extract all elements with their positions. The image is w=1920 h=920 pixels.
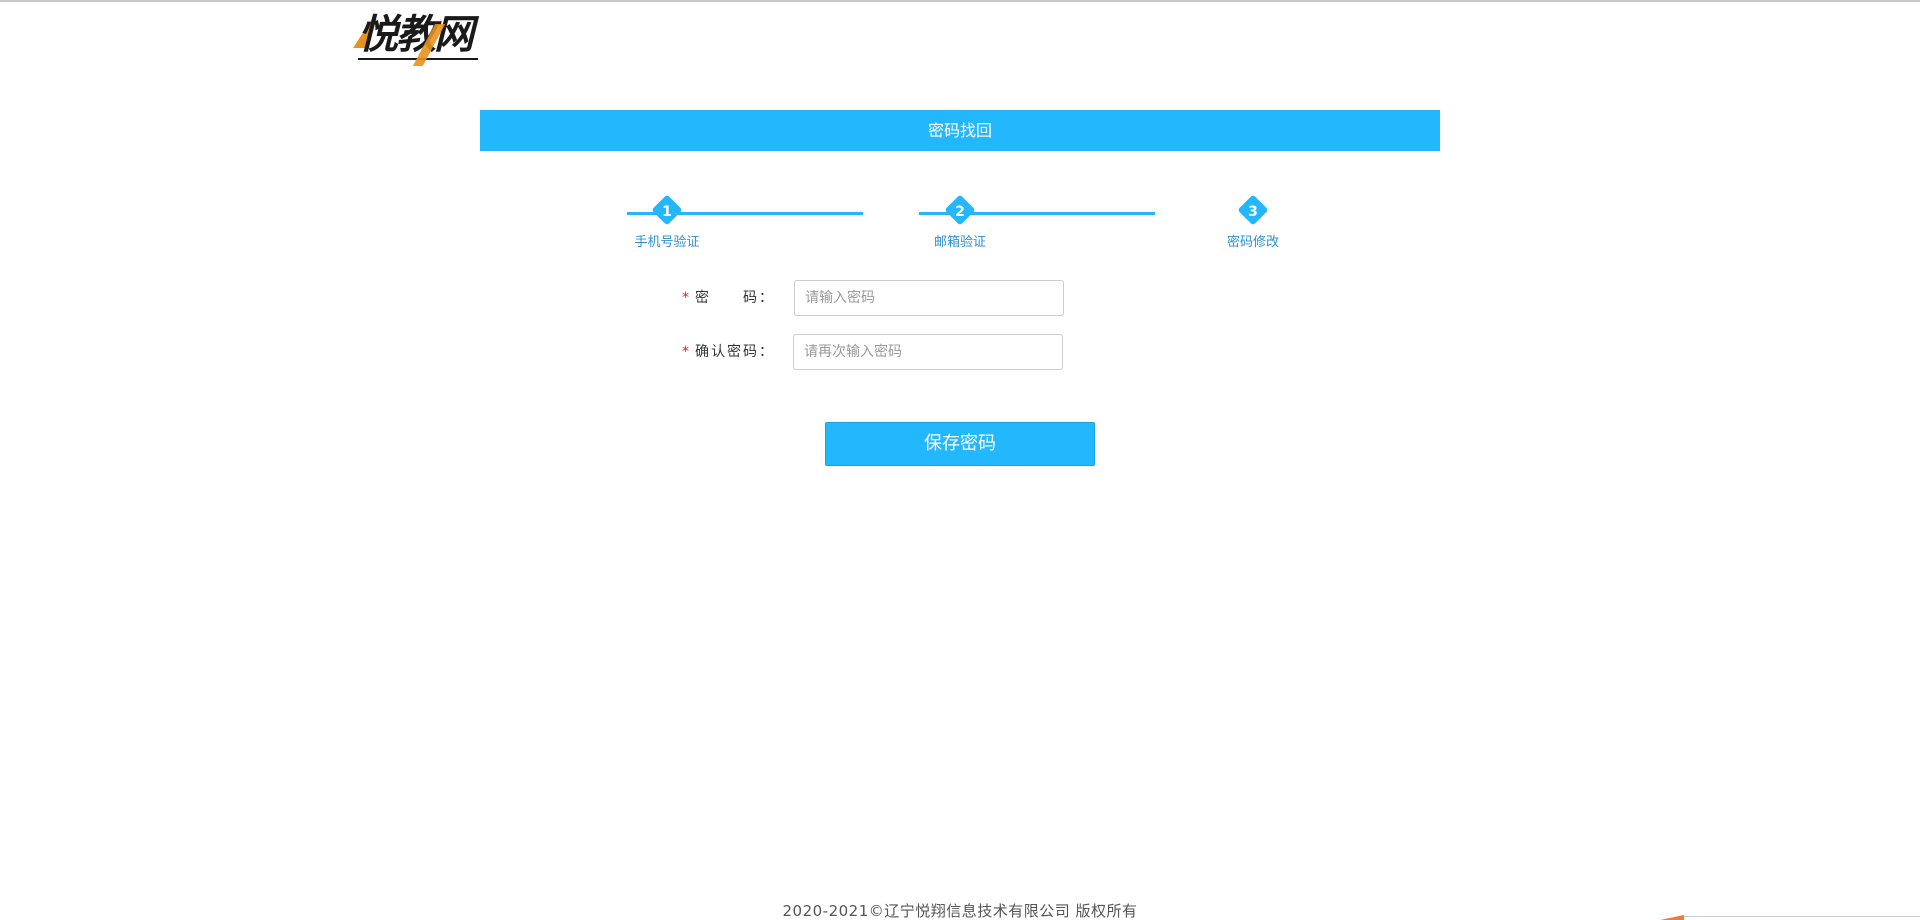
step-2-label: 邮箱验证: [933, 235, 986, 250]
step-3-label: 密码修改: [1226, 235, 1279, 250]
logo-text: 悦教网: [358, 12, 474, 58]
page: 悦教网 密码找回 1 手机号验证 2 邮箱验证 3 密码修改 * 密 码： * …: [0, 0, 1920, 920]
confirm-password-label: * 确认密码：: [682, 334, 775, 370]
step-1-number: 1: [662, 204, 672, 220]
confirm-password-input[interactable]: [793, 334, 1063, 370]
step-3-number: 3: [1248, 204, 1258, 220]
required-mark: *: [682, 290, 691, 306]
footer-copyright: 2020-2021©辽宁悦翔信息技术有限公司 版权所有: [782, 902, 1138, 920]
step-1: 1 手机号验证: [607, 194, 727, 250]
step-2: 2 邮箱验证: [900, 194, 1020, 250]
confirm-password-label-text: 确认密码：: [695, 344, 775, 360]
save-password-button[interactable]: 保存密码: [825, 422, 1095, 466]
site-logo[interactable]: 悦教网: [353, 10, 482, 66]
step-2-number: 2: [955, 204, 965, 220]
password-label: * 密 码：: [682, 280, 775, 316]
step-3: 3 密码修改: [1193, 194, 1313, 250]
password-input[interactable]: [794, 280, 1064, 316]
page-title-bar: 密码找回: [480, 110, 1440, 151]
confirm-password-row: * 确认密码：: [600, 334, 1100, 370]
step-1-label: 手机号验证: [634, 235, 700, 250]
required-mark: *: [682, 344, 691, 360]
page-title: 密码找回: [927, 121, 992, 140]
corner-decoration: [1660, 912, 1920, 920]
corner-line: [1684, 916, 1920, 917]
corner-orange-triangle: [1660, 915, 1684, 920]
password-row: * 密 码：: [600, 280, 1100, 316]
progress-steps: 1 手机号验证 2 邮箱验证 3 密码修改: [600, 194, 1320, 255]
password-label-text: 密 码：: [695, 290, 775, 306]
